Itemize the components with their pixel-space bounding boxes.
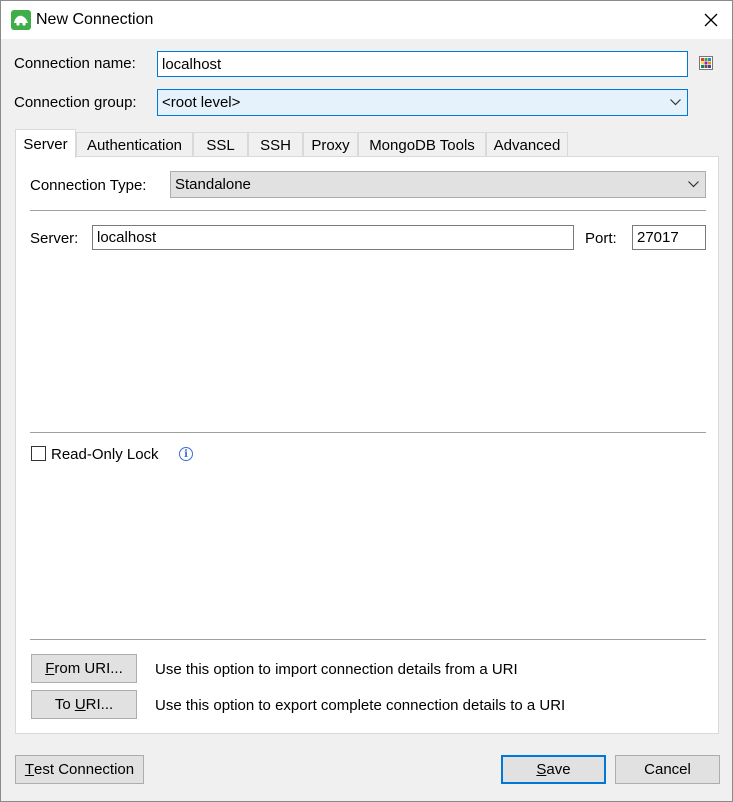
from-uri-button[interactable]: From URI... xyxy=(31,654,137,683)
connection-type-value: Standalone xyxy=(175,176,251,193)
server-tab-panel: Connection Type: Standalone Server: loca… xyxy=(15,156,719,734)
server-label: Server: xyxy=(30,230,79,247)
button-label: Cancel xyxy=(644,761,691,778)
tab-label: Server xyxy=(23,135,68,153)
mnemonic: S xyxy=(536,761,547,778)
info-glyph: i xyxy=(184,448,188,460)
save-button[interactable]: Save xyxy=(501,755,606,784)
window-title: New Connection xyxy=(36,11,154,28)
tab-label: Authentication xyxy=(86,136,183,154)
port-label: Port: xyxy=(585,230,617,247)
tab-mongodb-tools[interactable]: MongoDB Tools xyxy=(358,132,486,157)
chevron-down-icon xyxy=(670,98,681,105)
connection-name-input[interactable]: localhost xyxy=(157,51,688,77)
tab-ssl[interactable]: SSL xyxy=(193,132,248,157)
tab-ssh[interactable]: SSH xyxy=(248,132,303,157)
port-value: 27017 xyxy=(637,229,679,246)
read-only-lock-label: Read-Only Lock xyxy=(51,446,159,463)
connection-name-value: localhost xyxy=(162,55,222,73)
button-label: rom URI... xyxy=(54,660,123,677)
server-host-value: localhost xyxy=(97,229,157,246)
tab-label: Proxy xyxy=(311,136,350,154)
to-uri-description: Use this option to export complete conne… xyxy=(155,697,566,714)
connection-group-value: <root level> xyxy=(162,94,241,111)
divider xyxy=(30,210,706,211)
server-host-input[interactable]: localhost xyxy=(92,225,574,250)
connection-group-label: Connection group: xyxy=(14,94,137,111)
tab-authentication[interactable]: Authentication xyxy=(76,132,193,157)
connection-group-select[interactable]: <root level> xyxy=(157,89,688,116)
button-label: est Connection xyxy=(34,761,135,778)
read-only-lock-checkbox[interactable] xyxy=(31,446,46,461)
new-connection-dialog: New Connection Connection name: localhos… xyxy=(0,0,733,802)
button-label: To xyxy=(54,696,75,713)
connection-type-select[interactable]: Standalone xyxy=(170,171,706,198)
tab-label: Advanced xyxy=(493,136,561,154)
color-picker-icon[interactable] xyxy=(699,56,713,70)
mnemonic: F xyxy=(45,660,55,677)
info-icon[interactable]: i xyxy=(179,447,193,461)
from-uri-description: Use this option to import connection det… xyxy=(155,661,518,678)
tab-server[interactable]: Server xyxy=(15,129,76,158)
mnemonic: U xyxy=(74,696,86,713)
close-icon[interactable] xyxy=(696,5,726,35)
divider xyxy=(30,432,706,433)
button-label: ave xyxy=(546,761,571,778)
divider xyxy=(30,639,706,640)
tab-advanced[interactable]: Advanced xyxy=(486,132,568,157)
title-bar: New Connection xyxy=(1,1,732,39)
to-uri-button[interactable]: To U RI... xyxy=(31,690,137,719)
tab-label: MongoDB Tools xyxy=(369,136,475,154)
button-label: RI... xyxy=(85,696,114,713)
connection-name-label: Connection name: xyxy=(14,55,136,72)
chevron-down-icon xyxy=(688,180,699,187)
port-input[interactable]: 27017 xyxy=(632,225,706,250)
app-icon xyxy=(11,10,31,30)
tab-label: SSH xyxy=(260,136,291,154)
cancel-button[interactable]: Cancel xyxy=(615,755,720,784)
tab-label: SSL xyxy=(206,136,235,154)
tab-proxy[interactable]: Proxy xyxy=(303,132,358,157)
connection-type-label: Connection Type: xyxy=(30,177,147,194)
mnemonic: T xyxy=(24,761,35,778)
test-connection-button[interactable]: Test Connection xyxy=(15,755,144,784)
